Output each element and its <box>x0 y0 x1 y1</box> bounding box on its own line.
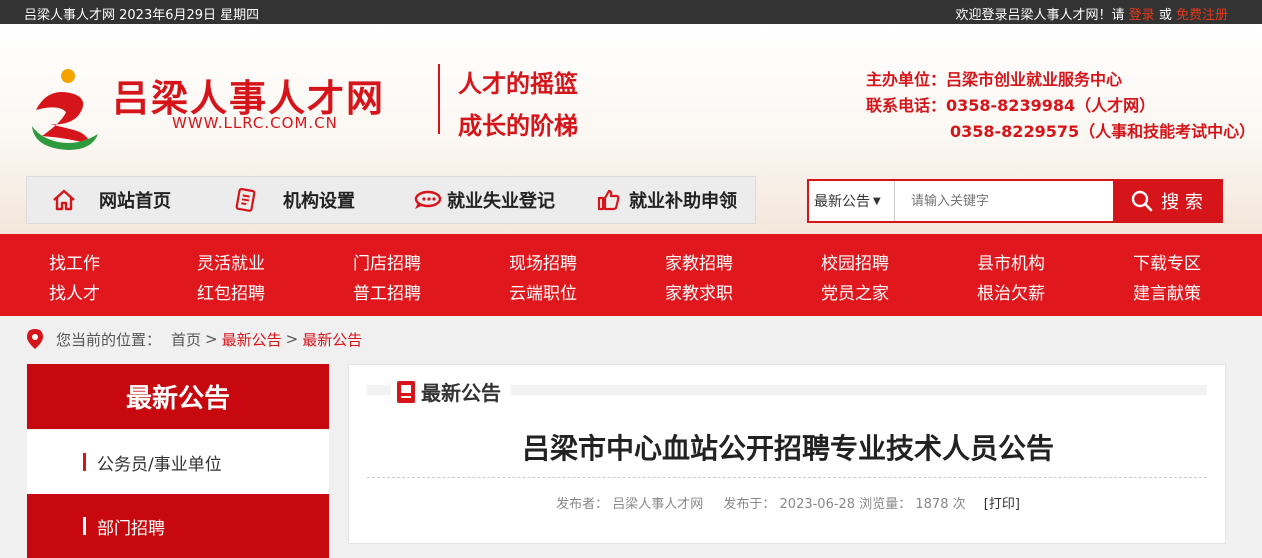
breadcrumb-separator: > <box>285 330 299 348</box>
nav-organization-label: 机构设置 <box>283 191 355 212</box>
thumbs-up-icon <box>597 189 620 211</box>
menu-store-recruitment[interactable]: 门店招聘 <box>353 249 421 274</box>
print-link[interactable]: [打印] <box>984 497 1020 512</box>
header-divider <box>438 64 440 134</box>
publish-date-label: 发布于： <box>723 497 776 512</box>
section-title-label: 最新公告 <box>421 381 501 405</box>
chat-icon <box>414 190 442 209</box>
menu-wage-arrears[interactable]: 根治欠薪 <box>977 279 1045 304</box>
nav-home[interactable]: 网站首页 <box>51 177 171 223</box>
home-icon <box>53 189 75 211</box>
section-title: 最新公告 <box>391 377 511 406</box>
main-nav: 网站首页 机构设置 就业失业登记 就业补助申领 <box>26 176 756 224</box>
chevron-down-icon: ▼ <box>873 195 881 207</box>
register-link[interactable]: 免费注册 <box>1176 8 1228 23</box>
menu-county-agencies[interactable]: 县市机构 <box>977 249 1045 274</box>
sidebar-item-marker <box>83 453 86 471</box>
menu-find-job[interactable]: 找工作 <box>49 249 100 274</box>
category-menu: 找工作 灵活就业 门店招聘 现场招聘 家教招聘 校园招聘 县市机构 下载专区 找… <box>0 234 1262 316</box>
sidebar-item-marker <box>83 517 86 535</box>
welcome-text: 欢迎登录吕梁人事人才网！请 登录 或 免费注册 <box>956 4 1228 23</box>
views-label: 浏览量： <box>859 497 912 512</box>
phone-info-2: 0358-8229575（人事和技能考试中心） <box>950 122 1256 141</box>
login-link[interactable]: 登录 <box>1129 8 1155 23</box>
menu-campus-recruitment[interactable]: 校园招聘 <box>821 249 889 274</box>
breadcrumb-prefix: 您当前的位置： <box>56 330 162 349</box>
location-pin-icon <box>27 329 43 349</box>
article-title: 吕梁市中心血站公开招聘专业技术人员公告 <box>521 432 1054 465</box>
site-url: WWW.LLRC.COM.CN <box>172 114 338 132</box>
menu-party-member-home[interactable]: 党员之家 <box>821 279 889 304</box>
sidebar-title: 最新公告 <box>27 364 329 429</box>
search-input[interactable] <box>897 181 1111 221</box>
menu-tutor-job-seeking[interactable]: 家教求职 <box>665 279 733 304</box>
document-icon <box>235 187 256 212</box>
search-category-value: 最新公告 <box>814 194 870 210</box>
host-info: 主办单位：吕梁市创业就业服务中心 <box>866 70 1123 89</box>
sidebar-item-department-recruitment[interactable]: 部门招聘 <box>27 494 329 558</box>
breadcrumb-home[interactable]: 首页 <box>171 329 201 350</box>
menu-red-packet-recruitment[interactable]: 红包招聘 <box>197 279 265 304</box>
title-divider <box>367 477 1207 478</box>
nav-subsidy-application[interactable]: 就业补助申领 <box>595 177 737 223</box>
menu-find-talent[interactable]: 找人才 <box>49 279 100 304</box>
article-panel: 最新公告 吕梁市中心血站公开招聘专业技术人员公告 发布者： 吕梁人事人才网 发布… <box>348 364 1226 544</box>
breadcrumb: 您当前的位置： 首页 > 最新公告 > 最新公告 <box>26 328 362 350</box>
publish-date: 2023-06-28 <box>779 497 856 512</box>
search-icon <box>1131 190 1153 212</box>
menu-flexible-employment[interactable]: 灵活就业 <box>197 249 265 274</box>
site-date: 吕梁人事人才网 2023年6月29日 星期四 <box>24 8 260 23</box>
menu-suggestions[interactable]: 建言献策 <box>1133 279 1201 304</box>
menu-cloud-positions[interactable]: 云端职位 <box>509 279 577 304</box>
logo-icon[interactable] <box>28 64 100 154</box>
views-count: 1878 <box>915 497 949 512</box>
or-text: 或 <box>1158 8 1172 23</box>
top-bar: 吕梁人事人才网 2023年6月29日 星期四 欢迎登录吕梁人事人才网！请 登录 … <box>0 0 1262 24</box>
menu-downloads[interactable]: 下载专区 <box>1133 249 1201 274</box>
views-unit: 次 <box>952 497 966 512</box>
breadcrumb-level-2[interactable]: 最新公告 <box>302 329 362 350</box>
nav-employment-registration[interactable]: 就业失业登记 <box>413 177 555 223</box>
notice-book-icon <box>397 380 415 403</box>
welcome-message: 欢迎登录吕梁人事人才网！请 <box>955 8 1125 23</box>
search-bar: 最新公告 ▼ 搜 索 <box>807 179 1223 223</box>
breadcrumb-level-1[interactable]: 最新公告 <box>222 329 282 350</box>
publisher-label: 发布者： <box>556 497 609 512</box>
menu-worker-recruitment[interactable]: 普工招聘 <box>353 279 421 304</box>
slogan-line-2: 成长的阶梯 <box>458 111 578 140</box>
sidebar-item-label: 公务员/事业单位 <box>97 454 222 475</box>
menu-onsite-recruitment[interactable]: 现场招聘 <box>509 249 577 274</box>
sidebar-item-civil-servant[interactable]: 公务员/事业单位 <box>27 430 329 494</box>
article-meta: 发布者： 吕梁人事人才网 发布于： 2023-06-28 浏览量： 1878 次… <box>349 493 1227 512</box>
breadcrumb-separator: > <box>205 330 218 348</box>
search-button[interactable]: 搜 索 <box>1113 181 1221 221</box>
phone-info-1: 联系电话：0358-8239984（人才网） <box>866 96 1156 115</box>
search-button-label: 搜 索 <box>1161 192 1203 213</box>
nav-organization[interactable]: 机构设置 <box>233 177 355 223</box>
menu-tutor-recruitment[interactable]: 家教招聘 <box>665 249 733 274</box>
nav-subsidy-application-label: 就业补助申领 <box>629 191 737 212</box>
search-category-select[interactable]: 最新公告 ▼ <box>809 181 895 221</box>
slogan-line-1: 人才的摇篮 <box>458 69 578 98</box>
publisher: 吕梁人事人才网 <box>612 497 704 512</box>
nav-home-label: 网站首页 <box>99 191 171 212</box>
nav-employment-registration-label: 就业失业登记 <box>447 191 555 212</box>
